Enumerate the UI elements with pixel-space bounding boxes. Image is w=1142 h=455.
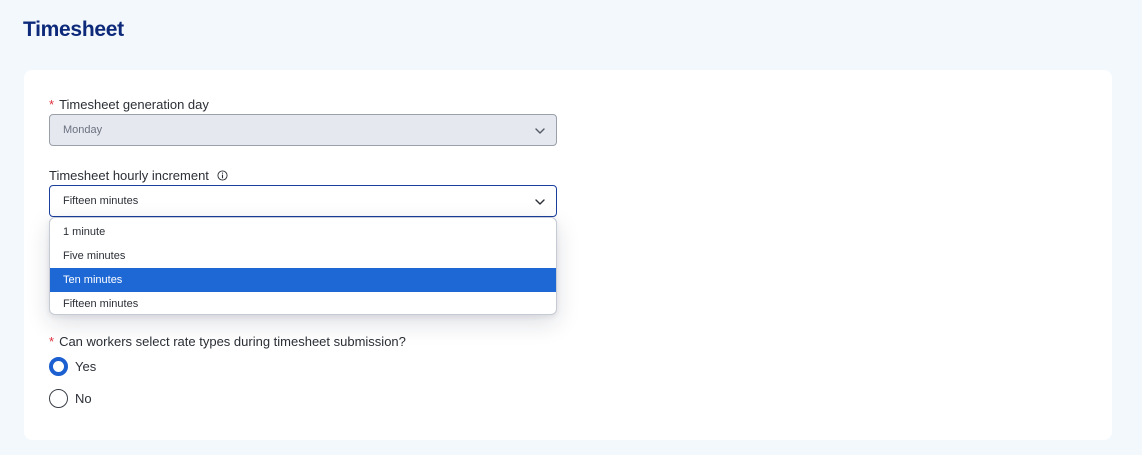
page-title: Timesheet — [23, 18, 124, 41]
chevron-down-icon — [535, 199, 545, 205]
generation-day-value: Monday — [63, 124, 103, 136]
generation-day-label-text: Timesheet generation day — [59, 97, 209, 112]
hourly-increment-label-text: Timesheet hourly increment — [49, 168, 209, 183]
info-icon[interactable] — [217, 170, 228, 181]
hourly-increment-label: Timesheet hourly increment — [49, 168, 228, 183]
generation-day-select[interactable]: Monday — [49, 114, 557, 146]
radio-yes-label: Yes — [75, 359, 97, 374]
required-mark: * — [49, 334, 55, 349]
radio-no[interactable]: No — [49, 389, 92, 408]
dropdown-option-five-minutes[interactable]: Five minutes — [50, 244, 556, 268]
rate-types-label-text: Can workers select rate types during tim… — [59, 334, 406, 349]
dropdown-option-1-minute[interactable]: 1 minute — [50, 220, 556, 244]
dropdown-option-ten-minutes[interactable]: Ten minutes — [50, 268, 556, 292]
rate-types-label: * Can workers select rate types during t… — [49, 334, 406, 349]
radio-yes-indicator[interactable] — [49, 357, 68, 376]
required-mark: * — [49, 97, 55, 112]
radio-no-indicator[interactable] — [49, 389, 68, 408]
radio-yes[interactable]: Yes — [49, 357, 96, 376]
settings-card: * Timesheet generation day Monday Timesh… — [24, 70, 1112, 440]
radio-no-label: No — [75, 391, 92, 406]
hourly-increment-select[interactable]: Fifteen minutes — [49, 185, 557, 217]
generation-day-label: * Timesheet generation day — [49, 97, 209, 112]
dropdown-option-fifteen-minutes[interactable]: Fifteen minutes — [50, 292, 556, 314]
chevron-down-icon — [535, 128, 545, 134]
hourly-increment-dropdown: 1 minute Five minutes Ten minutes Fiftee… — [49, 217, 557, 315]
hourly-increment-value: Fifteen minutes — [63, 195, 139, 207]
